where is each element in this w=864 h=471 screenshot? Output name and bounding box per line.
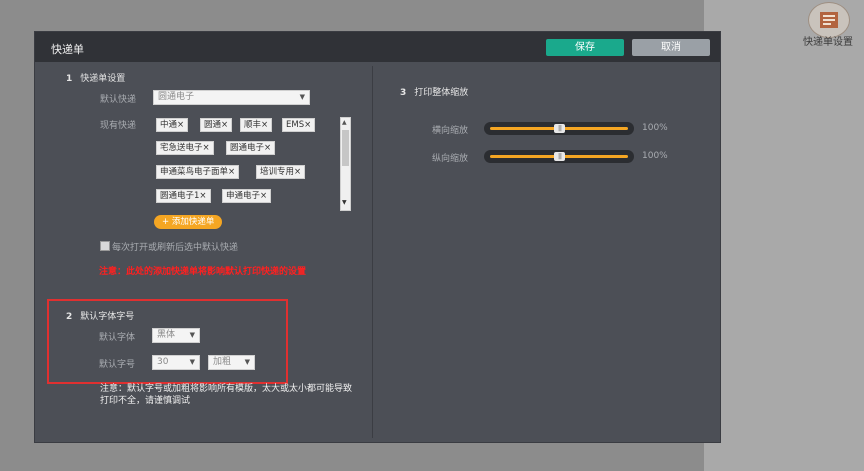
- scroll-down-icon[interactable]: ▼: [342, 199, 347, 206]
- dialog-header: 快递单 保存 取消: [35, 32, 720, 62]
- vertical-scale-value: 100%: [642, 151, 668, 161]
- section-number: 3: [400, 88, 407, 98]
- cancel-button[interactable]: 取消: [632, 39, 710, 56]
- chevron-down-icon: ▼: [299, 93, 305, 101]
- courier-chip[interactable]: 培训专用×: [256, 165, 306, 179]
- default-size-label: 默认字号: [99, 360, 136, 370]
- select-default-checkbox-label: 每次打开或刷新后选中默认快递: [112, 243, 239, 253]
- scroll-up-icon[interactable]: ▲: [342, 119, 347, 126]
- courier-chip[interactable]: 申通电子×: [222, 189, 272, 203]
- courier-list-scrollbar[interactable]: ▲ ▼: [340, 117, 351, 211]
- default-courier-label: 默认快递: [100, 95, 137, 105]
- section-font-title: 2 默认字体字号: [66, 309, 134, 322]
- chevron-down-icon: ▼: [189, 358, 195, 366]
- chevron-down-icon: ▼: [244, 358, 250, 366]
- section-number: 1: [66, 74, 73, 84]
- slider-handle[interactable]: |||: [554, 152, 565, 161]
- courier-warning-text: 注意：此处的添加快递单将影响默认打印快递的设置: [99, 267, 307, 277]
- save-button[interactable]: 保存: [546, 39, 624, 56]
- default-font-value: 黑体: [157, 330, 176, 340]
- courier-chip[interactable]: EMS×: [282, 118, 316, 132]
- courier-settings-label[interactable]: 快递单设置: [803, 33, 853, 48]
- horizontal-scale-value: 100%: [642, 123, 668, 133]
- add-courier-button[interactable]: + 添加快递单: [154, 215, 223, 229]
- section-title-text: 快递单设置: [80, 74, 126, 84]
- default-courier-value: 圆通电子: [158, 92, 195, 102]
- font-weight-select[interactable]: 加粗 ▼: [208, 355, 255, 370]
- horizontal-scale-slider[interactable]: |||: [484, 122, 634, 135]
- courier-list: 中通× 圆通× 顺丰× EMS× 宅急送电子× 圆通电子× 申通菜鸟电子面单× …: [153, 115, 353, 212]
- vertical-scale-slider[interactable]: |||: [484, 150, 634, 163]
- scroll-thumb[interactable]: [342, 130, 349, 166]
- page-background-right: [704, 0, 864, 471]
- courier-chip[interactable]: 申通菜鸟电子面单×: [156, 165, 240, 179]
- section-title-text: 默认字体字号: [80, 312, 135, 322]
- chevron-down-icon: ▼: [189, 331, 195, 339]
- column-divider: [372, 66, 373, 438]
- courier-chip[interactable]: 宅急送电子×: [156, 141, 214, 155]
- default-size-value: 30: [157, 357, 169, 367]
- courier-chip[interactable]: 圆通电子1×: [156, 189, 211, 203]
- slider-handle[interactable]: |||: [554, 124, 565, 133]
- horizontal-scale-label: 横向缩放: [432, 126, 469, 136]
- courier-chip[interactable]: 中通×: [156, 118, 189, 132]
- default-font-select[interactable]: 黑体 ▼: [152, 328, 200, 343]
- section-courier-settings-title: 1 快递单设置: [66, 71, 125, 84]
- select-default-checkbox[interactable]: [100, 241, 110, 251]
- default-size-select[interactable]: 30 ▼: [152, 355, 200, 370]
- default-font-label: 默认字体: [99, 333, 136, 343]
- default-courier-select[interactable]: 圆通电子 ▼: [153, 90, 310, 105]
- section-scale-title: 3 打印整体缩放: [400, 85, 468, 98]
- existing-couriers-label: 现有快递: [100, 121, 137, 131]
- dialog-title: 快递单: [51, 43, 84, 56]
- courier-chip[interactable]: 顺丰×: [240, 118, 273, 132]
- section-title-text: 打印整体缩放: [414, 88, 469, 98]
- font-weight-value: 加粗: [213, 357, 232, 367]
- courier-chip[interactable]: 圆通×: [200, 118, 233, 132]
- courier-dialog: 快递单 保存 取消 1 快递单设置 默认快递 圆通电子 ▼ 现有快递 中通× 圆通…: [35, 32, 720, 442]
- section-number: 2: [66, 312, 73, 322]
- courier-chip[interactable]: 圆通电子×: [226, 141, 276, 155]
- font-note-text: 注意：默认字号或加粗将影响所有模版，太大或太小都可能导致打印不全，请谨慎调试: [100, 384, 353, 406]
- vertical-scale-label: 纵向缩放: [432, 154, 469, 164]
